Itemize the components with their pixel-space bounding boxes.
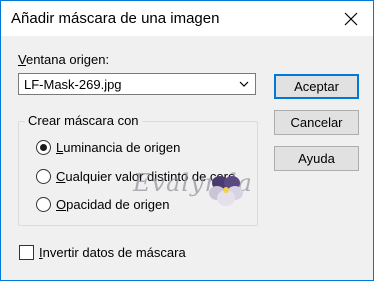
invert-mask-label[interactable]: Invertir datos de máscara bbox=[39, 245, 186, 260]
source-window-label: Ventana origen: bbox=[18, 52, 110, 67]
dialog-title: Añadir máscara de una imagen bbox=[11, 10, 220, 27]
title-bar[interactable]: Añadir máscara de una imagen bbox=[1, 1, 373, 36]
radio-source-opacity[interactable] bbox=[36, 197, 51, 212]
radio-selected-dot bbox=[40, 144, 47, 151]
mask-dialog: Añadir máscara de una imagen Ventana ori… bbox=[0, 0, 374, 281]
accept-button[interactable]: Aceptar bbox=[274, 74, 359, 99]
pansy-flower-icon bbox=[209, 176, 243, 206]
help-button[interactable]: Ayuda bbox=[274, 146, 359, 171]
create-mask-group-title: Crear máscara con bbox=[25, 113, 142, 128]
invert-mask-checkbox[interactable] bbox=[19, 245, 34, 260]
radio-any-nonzero[interactable] bbox=[36, 169, 51, 184]
source-window-value: LF-Mask-269.jpg bbox=[24, 77, 122, 92]
chevron-down-icon bbox=[239, 81, 249, 87]
radio-source-opacity-label[interactable]: Opacidad de origen bbox=[56, 197, 169, 212]
source-window-select[interactable]: LF-Mask-269.jpg bbox=[18, 73, 256, 95]
close-icon[interactable] bbox=[343, 11, 359, 27]
cancel-button[interactable]: Cancelar bbox=[274, 110, 359, 135]
radio-source-luminance[interactable] bbox=[36, 140, 51, 155]
radio-source-luminance-label[interactable]: Luminancia de origen bbox=[56, 140, 180, 155]
